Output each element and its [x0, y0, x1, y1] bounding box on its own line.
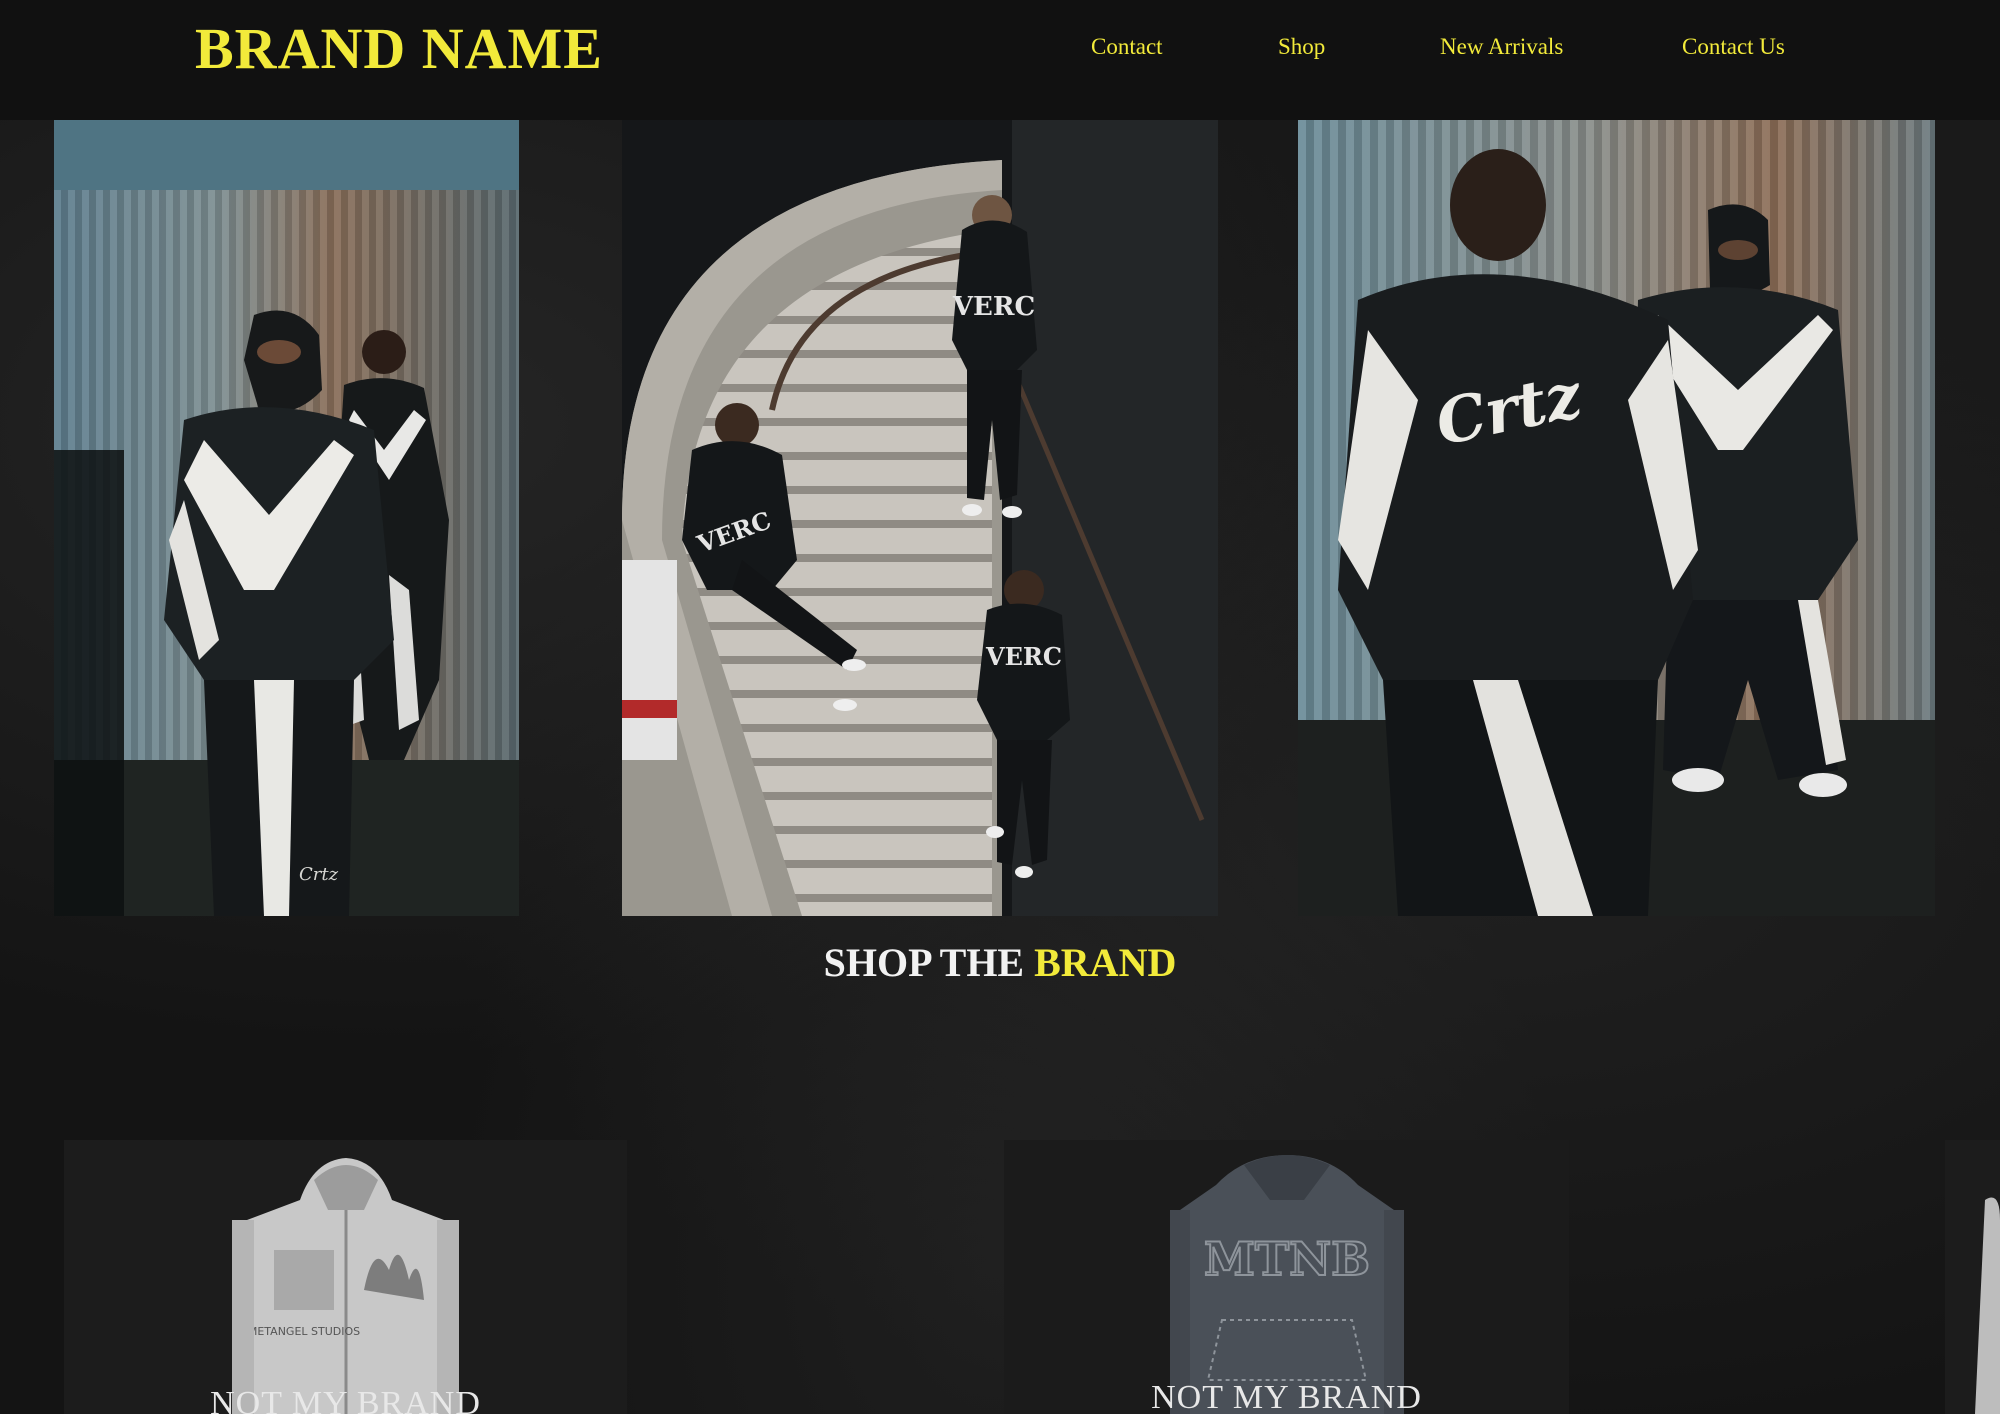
lookbook-photo-3: Crtz [1298, 120, 1935, 916]
nav-link-contact-us[interactable]: Contact Us [1682, 32, 1785, 62]
lookbook-image-1: Crtz [54, 120, 519, 916]
brand-logo[interactable]: BRAND NAME [195, 14, 603, 84]
heading-part-1: SHOP THE [823, 940, 1025, 985]
top-bar: BRAND NAME Contact Shop New Arrivals Con… [0, 0, 2000, 120]
jacket-print-1: Crtz [299, 864, 339, 885]
product-image-grey-zip-hoodie: METANGEL STUDIOS [64, 1140, 627, 1414]
lookbook-photo-2: VERC VERC VERC [622, 120, 1218, 916]
lookbook-photo-1: Crtz [54, 120, 519, 916]
hoodie-print-bottom: VERC [985, 642, 1062, 671]
product-image-dark-hoodie: MTNB [1004, 1140, 1569, 1414]
product-card[interactable] [1945, 1140, 2000, 1414]
hoodie-print-top: VERC [952, 292, 1035, 322]
product-print-1: METANGEL STUDIOS [248, 1325, 360, 1338]
product-name[interactable]: NOT MY BRAND [64, 1384, 627, 1414]
heading-part-2: BRAND [1034, 940, 1177, 985]
nav-link-contact[interactable]: Contact [1091, 32, 1163, 62]
shop-the-brand-heading: SHOP THE BRAND [0, 938, 2000, 988]
nav-link-new-arrivals[interactable]: New Arrivals [1440, 32, 1563, 62]
product-image-partial [1945, 1140, 2000, 1414]
product-card[interactable]: MTNB NOT MY BRAND [1004, 1140, 1569, 1414]
nav-link-shop[interactable]: Shop [1278, 32, 1325, 62]
product-print-2: MTNB [1204, 1232, 1370, 1286]
product-card[interactable]: METANGEL STUDIOS NOT MY BRAND [64, 1140, 627, 1414]
product-name[interactable]: NOT MY BRAND [1004, 1378, 1569, 1414]
lookbook-image-2: VERC VERC VERC [622, 120, 1218, 916]
lookbook-image-3: Crtz [1298, 120, 1935, 916]
